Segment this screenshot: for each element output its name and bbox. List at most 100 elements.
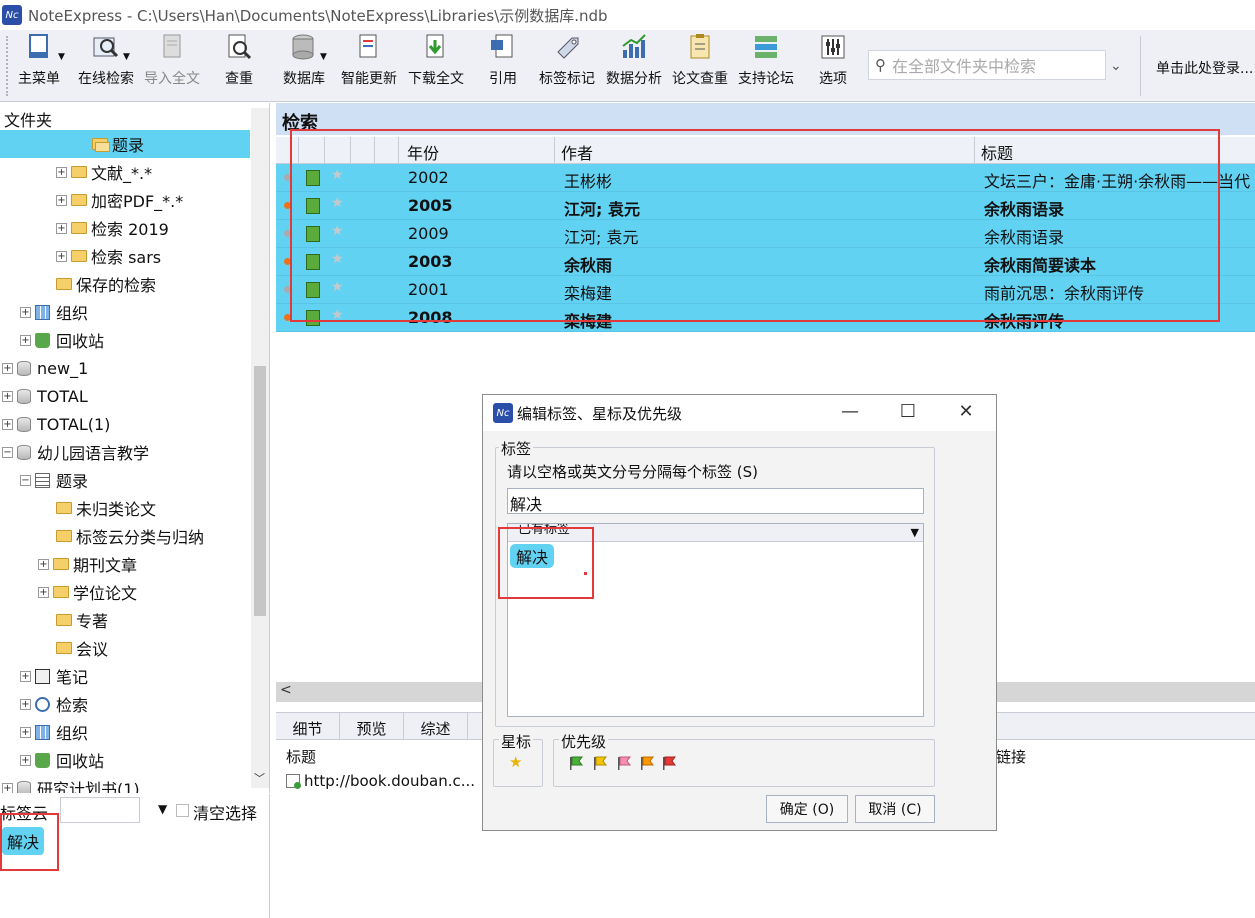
tree-item-encrypted-pdf[interactable]: + 加密PDF_*.* <box>56 186 183 214</box>
tag-input[interactable]: 解决 <box>507 488 924 514</box>
expand-icon[interactable]: + <box>2 390 13 402</box>
thesis-check-button[interactable]: 论文查重 <box>672 34 728 96</box>
online-search-button[interactable]: 在线检索 <box>78 34 134 96</box>
detail-link[interactable]: http://book.douban.c... <box>286 772 475 790</box>
database-dropdown-icon[interactable]: ▼ <box>320 52 327 62</box>
tree-item-notes[interactable]: + 笔记 <box>20 662 88 690</box>
tree-item-recycle[interactable]: + 回收站 <box>20 326 104 354</box>
minimize-icon[interactable]: — <box>835 401 865 422</box>
smart-update-button[interactable]: 智能更新 <box>341 34 397 96</box>
search-dropdown-icon[interactable]: ⌄ <box>1110 58 1122 74</box>
expand-icon[interactable]: + <box>56 194 67 206</box>
clear-selection-checkbox[interactable] <box>176 804 189 817</box>
cancel-button[interactable]: 取消 (C) <box>855 795 935 823</box>
tree-item-kindergarten[interactable]: − 幼儿园语言教学 <box>2 438 149 466</box>
cite-button[interactable]: 引用 <box>488 34 518 96</box>
tree-item-journal[interactable]: + 期刊文章 <box>38 550 137 578</box>
tree-item-saved-searches[interactable]: 保存的检索 <box>56 270 156 298</box>
cite-label: 引用 <box>489 71 517 87</box>
edit-tags-dialog: Nc 编辑标签、星标及优先级 — ☐ ✕ 标签 请以空格或英文分号分隔每个标签 … <box>482 394 997 831</box>
tree-item-search[interactable]: + 检索 <box>20 690 88 718</box>
folder-panel-header: 文件夹 <box>0 103 269 130</box>
tree-item-docs[interactable]: + 文献_*.* <box>56 158 152 186</box>
expand-icon[interactable]: + <box>20 754 31 766</box>
download-fulltext-button[interactable]: 下载全文 <box>408 34 464 96</box>
tree-item-total1[interactable]: + TOTAL(1) <box>2 410 110 438</box>
expand-icon[interactable]: + <box>2 418 13 430</box>
tree-item-new1[interactable]: + new_1 <box>2 354 88 382</box>
scrollbar-thumb[interactable] <box>254 366 266 616</box>
tree-label: 组织 <box>56 724 89 743</box>
tree-item-thesis[interactable]: + 学位论文 <box>38 578 137 606</box>
dedupe-button[interactable]: 查重 <box>224 34 254 96</box>
data-analysis-button[interactable]: 数据分析 <box>606 34 662 96</box>
flag-pink-icon[interactable] <box>617 756 631 770</box>
data-analysis-label: 数据分析 <box>606 71 662 87</box>
close-icon[interactable]: ✕ <box>951 401 981 422</box>
tree-item-recycle-2[interactable]: + 回收站 <box>20 746 104 774</box>
expand-icon[interactable]: + <box>20 334 31 346</box>
tree-item-records-2[interactable]: − 题录 <box>20 466 88 494</box>
tree-item-unclassified[interactable]: 未归类论文 <box>56 494 156 522</box>
scroll-left-icon[interactable]: < <box>280 682 292 698</box>
expand-icon[interactable]: + <box>38 586 49 598</box>
tag-mark-button[interactable]: 标签标记 <box>539 34 595 96</box>
tree-item-conference[interactable]: 会议 <box>56 634 108 662</box>
tree-item-total[interactable]: + TOTAL <box>2 382 88 410</box>
tree-item-search-sars[interactable]: + 检索 sars <box>56 242 161 270</box>
flag-orange-icon[interactable] <box>640 756 654 770</box>
tree-item-monograph[interactable]: 专著 <box>56 606 108 634</box>
clear-selection-label[interactable]: 清空选择 <box>193 800 257 824</box>
tab-preview[interactable]: 预览 <box>340 713 404 740</box>
tree-label: 题录 <box>56 472 89 491</box>
tab-summary[interactable]: 综述 <box>404 713 468 740</box>
smart-update-label: 智能更新 <box>341 71 397 87</box>
maximize-icon[interactable]: ☐ <box>893 401 923 422</box>
tab-details[interactable]: 细节 <box>276 713 340 740</box>
expand-icon[interactable]: + <box>20 306 31 318</box>
tree-item-records[interactable]: 题录 <box>0 130 250 158</box>
expand-icon[interactable]: + <box>2 362 13 374</box>
expand-icon[interactable]: + <box>20 726 31 738</box>
tag-cloud-filter-input[interactable] <box>60 797 140 823</box>
import-fulltext-button[interactable]: 导入全文 <box>144 34 200 96</box>
scroll-down-icon[interactable]: ﹀ <box>254 770 265 786</box>
expand-icon[interactable]: + <box>56 166 67 178</box>
expand-icon[interactable]: + <box>20 670 31 682</box>
expand-icon[interactable]: + <box>56 222 67 234</box>
forum-button[interactable]: 支持论坛 <box>738 34 794 96</box>
tree-item-organize-2[interactable]: + 组织 <box>20 718 88 746</box>
organize-icon <box>35 724 50 740</box>
folder-icon <box>56 278 72 290</box>
expand-icon[interactable]: + <box>20 698 31 710</box>
tag-cloud-dropdown-icon[interactable]: ▼ <box>158 802 167 816</box>
login-link[interactable]: 单击此处登录... <box>1156 58 1253 78</box>
options-button[interactable]: 选项 <box>818 34 848 96</box>
tree-item-tagcloud-classify[interactable]: 标签云分类与归纳 <box>56 522 204 550</box>
tree-item-organize[interactable]: + 组织 <box>20 298 88 326</box>
database-icon <box>17 388 31 404</box>
tree-label: 未归类论文 <box>76 500 157 519</box>
online-search-dropdown-icon[interactable]: ▼ <box>123 52 130 62</box>
expand-icon[interactable]: + <box>2 782 13 793</box>
flag-green-icon[interactable] <box>569 756 583 770</box>
ok-button[interactable]: 确定 (O) <box>766 795 848 823</box>
folder-icon <box>56 502 72 514</box>
existing-tags-dropdown-icon[interactable]: ▼ <box>911 526 919 539</box>
main-menu-dropdown-icon[interactable]: ▼ <box>58 52 65 62</box>
tree-item-search-2019[interactable]: + 检索 2019 <box>56 214 169 242</box>
expand-icon[interactable]: + <box>38 558 49 570</box>
tree-item-research-plan[interactable]: + 研究计划书(1) <box>2 774 140 793</box>
star-icon[interactable]: ★ <box>509 753 522 771</box>
collapse-icon[interactable]: − <box>2 446 13 458</box>
global-search-input[interactable]: ⚲ 在全部文件夹中检索 <box>868 50 1106 80</box>
expand-icon[interactable]: + <box>56 250 67 262</box>
folder-scrollbar[interactable]: ﹀ <box>251 108 269 788</box>
main-menu-button[interactable]: 主菜单 <box>18 34 60 96</box>
collapse-icon[interactable]: − <box>20 474 31 486</box>
database-button[interactable]: 数据库 <box>283 34 325 96</box>
flag-yellow-icon[interactable] <box>593 756 607 770</box>
tree-label: new_1 <box>37 358 89 378</box>
clipboard-icon <box>685 32 715 62</box>
flag-red-icon[interactable] <box>662 756 676 770</box>
